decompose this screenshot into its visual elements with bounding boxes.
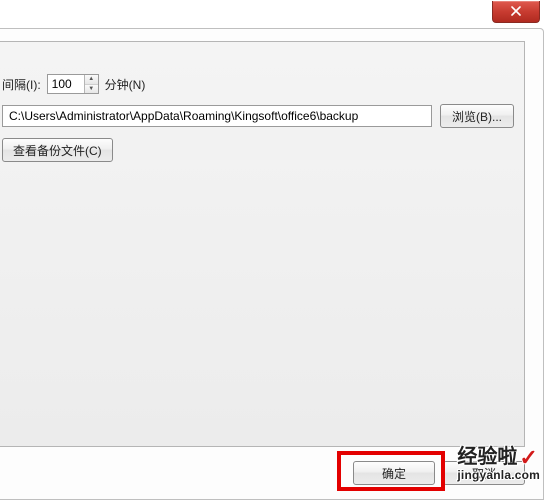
view-backup-row: 查看备份文件(C) — [0, 138, 514, 162]
interval-label: 间隔(I): — [2, 76, 41, 93]
interval-row: 间隔(I): ▲ ▼ 分钟(N) — [0, 74, 514, 94]
interval-unit-label: 分钟(N) — [105, 76, 146, 93]
close-icon — [511, 5, 521, 19]
spinner-down-button[interactable]: ▼ — [85, 85, 98, 94]
spinner-buttons: ▲ ▼ — [84, 75, 98, 93]
path-row: 浏览(B)... — [0, 104, 514, 128]
browse-button[interactable]: 浏览(B)... — [440, 104, 514, 128]
backup-path-input[interactable] — [2, 105, 432, 127]
window-frame: 间隔(I): ▲ ▼ 分钟(N) 浏览(B)... 查看备份文件(C) 确定 取… — [0, 28, 544, 500]
cancel-button[interactable]: 取消 — [443, 461, 525, 485]
close-button[interactable] — [492, 1, 540, 23]
view-backup-button[interactable]: 查看备份文件(C) — [2, 138, 113, 162]
interval-spinner[interactable]: ▲ ▼ — [47, 74, 99, 94]
ok-button[interactable]: 确定 — [353, 461, 435, 485]
settings-panel: 间隔(I): ▲ ▼ 分钟(N) 浏览(B)... 查看备份文件(C) — [0, 41, 525, 447]
spinner-up-button[interactable]: ▲ — [85, 75, 98, 85]
interval-input[interactable] — [48, 75, 84, 93]
dialog-actions: 确定 取消 — [353, 461, 525, 485]
